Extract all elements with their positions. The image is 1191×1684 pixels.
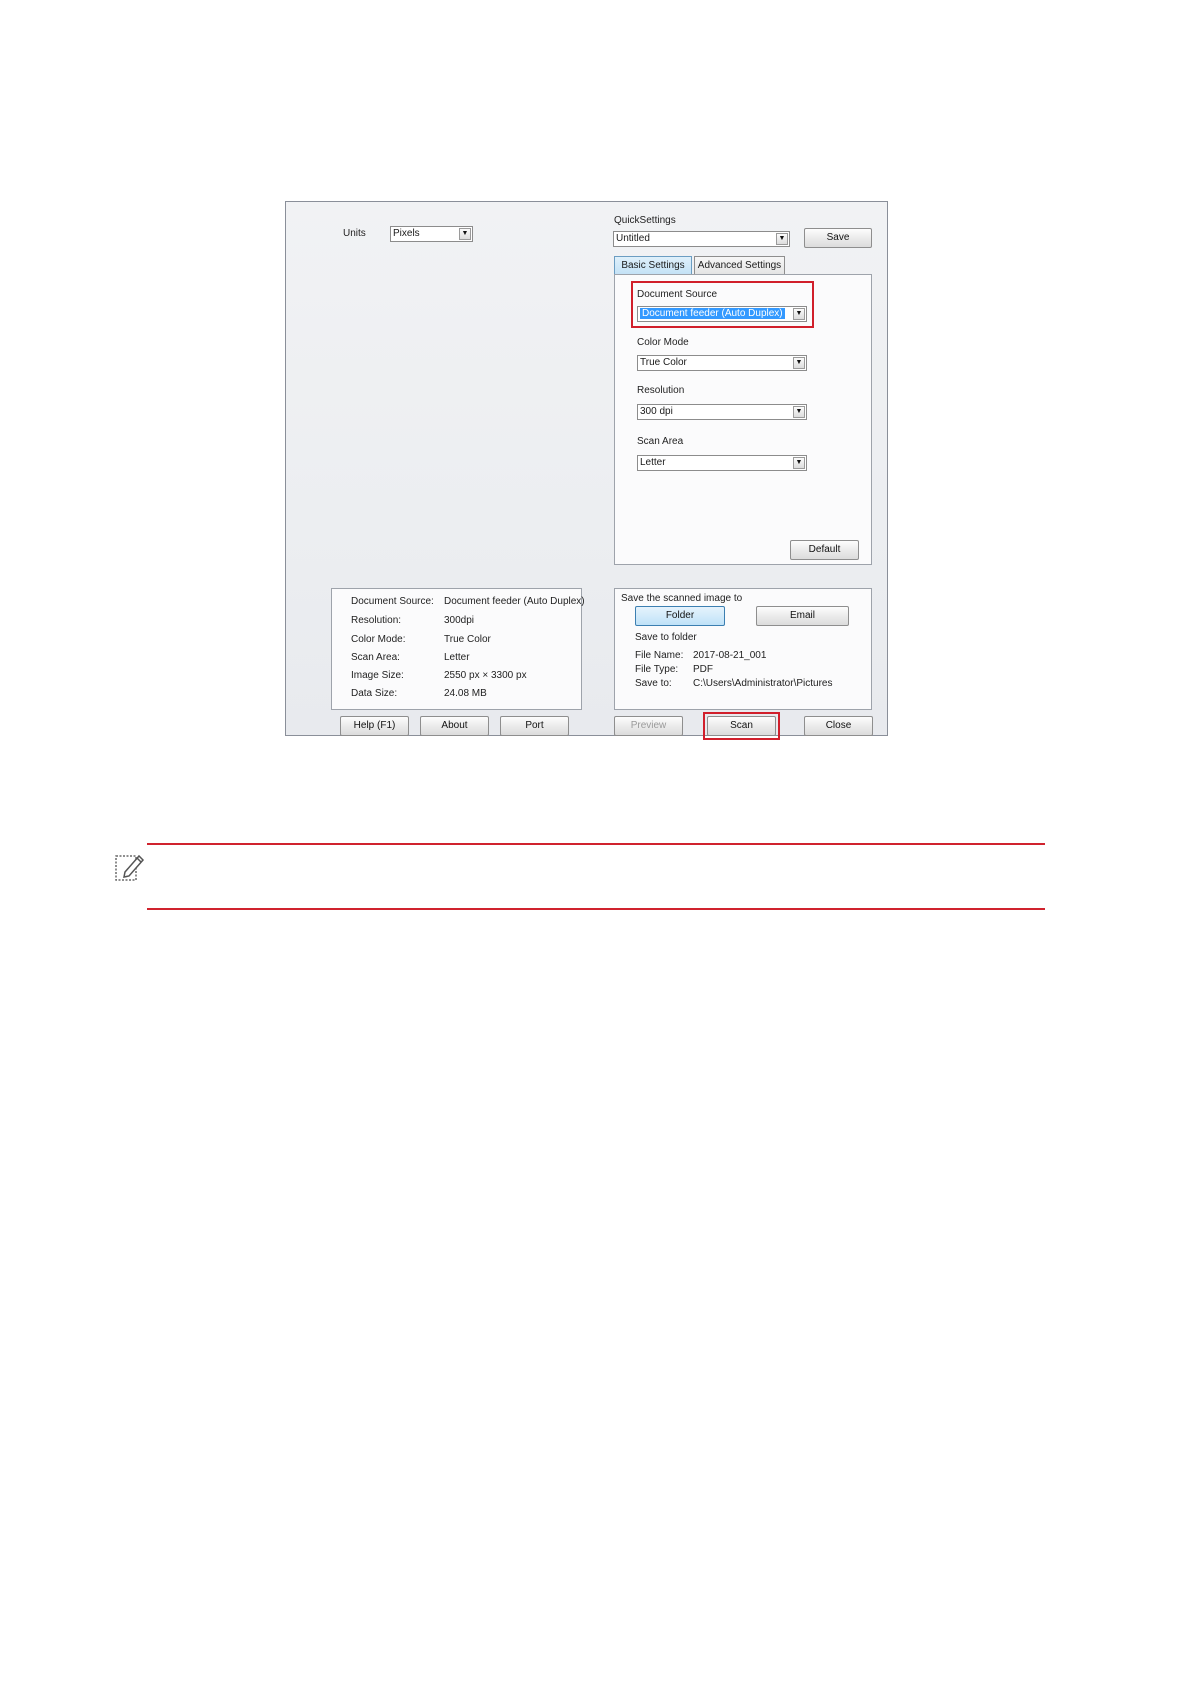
- chevron-down-icon: ▼: [459, 228, 471, 240]
- chevron-down-icon: ▼: [793, 457, 805, 469]
- summary-label: Image Size:: [351, 670, 404, 681]
- units-value: Pixels: [393, 228, 420, 239]
- units-label: Units: [343, 228, 366, 239]
- color-mode-value: True Color: [640, 357, 687, 368]
- basic-settings-panel: Document Source Document feeder (Auto Du…: [614, 274, 872, 565]
- quick-settings-value: Untitled: [616, 233, 650, 244]
- scan-area-select[interactable]: Letter ▼: [637, 455, 807, 471]
- quick-settings-label: QuickSettings: [614, 215, 676, 226]
- note-pencil-icon: [113, 851, 147, 885]
- preview-button[interactable]: Preview: [614, 716, 683, 736]
- chevron-down-icon: ▼: [793, 406, 805, 418]
- tab-basic-settings[interactable]: Basic Settings: [614, 256, 692, 274]
- port-button[interactable]: Port: [500, 716, 569, 736]
- color-mode-select[interactable]: True Color ▼: [637, 355, 807, 371]
- save-to-box: Save the scanned image to Folder Email S…: [614, 588, 872, 710]
- save-to-subtitle: Save to folder: [635, 632, 697, 643]
- resolution-select[interactable]: 300 dpi ▼: [637, 404, 807, 420]
- color-mode-label: Color Mode: [637, 337, 689, 348]
- save-button[interactable]: Save: [804, 228, 872, 248]
- scanner-dialog: Units Pixels ▼ QuickSettings Untitled ▼ …: [285, 201, 888, 740]
- folder-button[interactable]: Folder: [635, 606, 725, 626]
- close-button[interactable]: Close: [804, 716, 873, 736]
- note-top-rule: [147, 843, 1045, 845]
- help-button[interactable]: Help (F1): [340, 716, 409, 736]
- summary-label: Data Size:: [351, 688, 398, 699]
- save-field-label: File Type:: [635, 664, 679, 675]
- scan-summary-box: Document Source: Document feeder (Auto D…: [331, 588, 585, 710]
- scan-area-value: Letter: [640, 457, 666, 468]
- document-source-highlight: [631, 281, 814, 328]
- resolution-label: Resolution: [637, 385, 685, 396]
- scan-area-label: Scan Area: [637, 436, 684, 447]
- summary-label: Resolution:: [351, 615, 402, 626]
- save-field-label: Save to:: [635, 678, 672, 689]
- tab-advanced-settings[interactable]: Advanced Settings: [694, 256, 785, 274]
- chevron-down-icon: ▼: [793, 357, 805, 369]
- summary-value: 2550 px × 3300 px: [444, 670, 527, 681]
- summary-value: 24.08 MB: [444, 688, 487, 699]
- units-select[interactable]: Pixels ▼: [390, 226, 473, 242]
- save-field-value: PDF: [693, 664, 713, 675]
- resolution-value: 300 dpi: [640, 406, 673, 417]
- summary-value: Letter: [444, 652, 470, 663]
- summary-label: Color Mode:: [351, 634, 406, 645]
- summary-label: Scan Area:: [351, 652, 400, 663]
- scan-button-highlight: [703, 712, 780, 740]
- quick-settings-select[interactable]: Untitled ▼: [613, 231, 790, 247]
- save-field-value: 2017-08-21_001: [693, 650, 767, 661]
- summary-value: 300dpi: [444, 615, 475, 626]
- summary-value: Document feeder (Auto Duplex): [444, 596, 585, 607]
- email-button[interactable]: Email: [756, 606, 849, 626]
- about-button[interactable]: About: [420, 716, 489, 736]
- summary-value: True Color: [444, 634, 491, 645]
- save-field-value: C:\Users\Administrator\Pictures: [693, 678, 833, 689]
- save-to-title: Save the scanned image to: [621, 593, 743, 604]
- chevron-down-icon: ▼: [776, 233, 788, 245]
- save-field-label: File Name:: [635, 650, 684, 661]
- note-bottom-rule: [147, 908, 1045, 910]
- summary-label: Document Source:: [351, 596, 434, 607]
- default-button[interactable]: Default: [790, 540, 859, 560]
